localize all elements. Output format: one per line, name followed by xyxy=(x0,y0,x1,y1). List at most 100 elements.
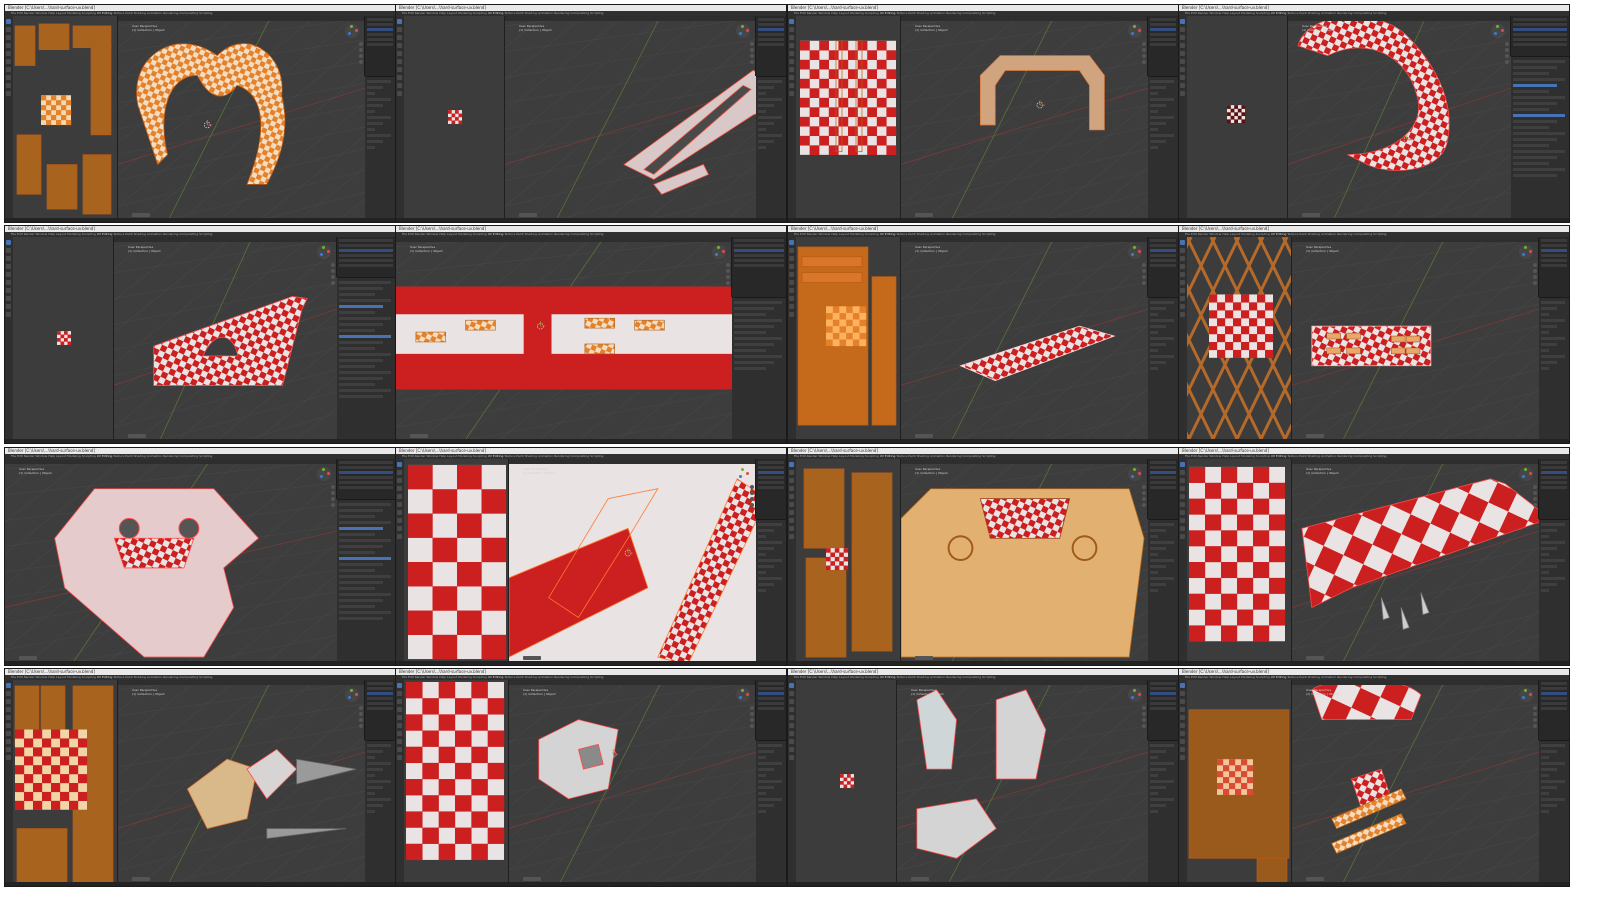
menu-item[interactable]: Edit xyxy=(17,232,24,236)
property-row[interactable] xyxy=(339,527,383,530)
navigation-gizmo-icon[interactable] xyxy=(736,24,750,38)
tool-icon[interactable] xyxy=(397,723,402,728)
outliner-row[interactable] xyxy=(367,682,393,685)
property-row[interactable] xyxy=(1150,541,1174,544)
menu-item[interactable]: Window xyxy=(1209,11,1222,15)
outliner-row[interactable] xyxy=(1150,697,1176,700)
properties-editor[interactable] xyxy=(1148,519,1178,665)
workspace-tab[interactable]: UV Editing xyxy=(880,11,897,15)
viewport-header[interactable] xyxy=(897,680,1148,685)
menu-item[interactable]: Window xyxy=(1209,232,1222,236)
property-row[interactable] xyxy=(1150,750,1166,753)
menu-item[interactable]: Help xyxy=(1222,454,1230,458)
workspace-tab[interactable]: Texture Paint xyxy=(113,11,133,15)
property-row[interactable] xyxy=(734,343,774,346)
outliner-row[interactable] xyxy=(1513,38,1567,41)
property-row[interactable] xyxy=(339,545,383,548)
tool-icon[interactable] xyxy=(6,43,11,48)
menu-item[interactable]: Edit xyxy=(408,675,415,679)
workspace-tab[interactable]: Layout xyxy=(447,454,458,458)
tool-icon[interactable] xyxy=(1180,91,1185,96)
property-row[interactable] xyxy=(758,583,774,586)
property-row[interactable] xyxy=(339,329,375,332)
property-row[interactable] xyxy=(758,762,782,765)
workspace-tab[interactable]: Animation xyxy=(930,11,946,15)
zoom-icon[interactable] xyxy=(359,706,363,710)
property-row[interactable] xyxy=(1150,529,1166,532)
viewport-3d[interactable]: User Perspective (1) Collection | Object xyxy=(901,237,1148,443)
tool-icon[interactable] xyxy=(1180,304,1185,309)
workspace-tab[interactable]: Compositing xyxy=(1353,675,1373,679)
workspace-tab[interactable]: Layout xyxy=(1230,11,1241,15)
outliner-row[interactable] xyxy=(758,476,784,479)
tool-icon[interactable] xyxy=(1180,470,1185,475)
workspace-tab[interactable]: Sculpting xyxy=(82,232,97,236)
properties-editor[interactable] xyxy=(1148,76,1178,222)
axis-dot[interactable] xyxy=(1138,29,1141,32)
workspace-tab[interactable]: Animation xyxy=(538,675,554,679)
tool-icon[interactable] xyxy=(1180,256,1185,261)
uv-editor[interactable] xyxy=(404,16,505,222)
workspace-tab[interactable]: Compositing xyxy=(179,11,199,15)
outliner-row[interactable] xyxy=(758,18,784,21)
property-row[interactable] xyxy=(758,523,782,526)
workspace-tab[interactable]: UV Editing xyxy=(97,232,114,236)
outliner-row[interactable] xyxy=(758,466,784,469)
property-row[interactable] xyxy=(1150,559,1174,562)
tool-icon[interactable] xyxy=(6,715,11,720)
workspace-tab[interactable]: Sculpting xyxy=(865,232,880,236)
outliner-row[interactable] xyxy=(758,697,784,700)
perspective-icon[interactable] xyxy=(1142,724,1146,728)
property-row[interactable] xyxy=(367,104,383,107)
property-row[interactable] xyxy=(758,134,782,137)
outliner-row[interactable] xyxy=(1150,259,1176,262)
menu-item[interactable]: Edit xyxy=(1191,675,1198,679)
tool-icon[interactable] xyxy=(1180,312,1185,317)
property-row[interactable] xyxy=(1541,798,1565,801)
perspective-icon[interactable] xyxy=(331,281,335,285)
workspace-tab[interactable]: Rendering xyxy=(163,454,179,458)
workspace-tab[interactable]: Compositing xyxy=(962,675,982,679)
perspective-icon[interactable] xyxy=(331,503,335,507)
workspace-tab[interactable]: Modeling xyxy=(458,675,473,679)
viewport-header[interactable] xyxy=(1292,459,1539,464)
move-tool-icon[interactable] xyxy=(1142,269,1146,273)
property-row[interactable] xyxy=(367,110,375,113)
viewport-3d[interactable]: User Perspective (1) Collection | Object xyxy=(1288,16,1511,222)
tool-icon[interactable] xyxy=(397,526,402,531)
zoom-icon[interactable] xyxy=(1533,263,1537,267)
menu-item[interactable]: Render xyxy=(415,232,427,236)
workspace-tab[interactable]: Shading xyxy=(134,454,147,458)
axis-dot[interactable] xyxy=(322,468,325,471)
axis-dot[interactable] xyxy=(1133,468,1136,471)
property-row[interactable] xyxy=(758,577,782,580)
menu-item[interactable]: Window xyxy=(35,232,48,236)
property-row[interactable] xyxy=(339,557,391,560)
viewport-3d[interactable]: User Perspective (1) Collection | Object xyxy=(901,459,1148,665)
properties-editor[interactable] xyxy=(1148,297,1178,443)
property-row[interactable] xyxy=(367,98,391,101)
workspace-tab[interactable]: Shading xyxy=(525,675,538,679)
property-row[interactable] xyxy=(339,341,383,344)
axis-dot[interactable] xyxy=(355,693,358,696)
tool-icon[interactable] xyxy=(789,739,794,744)
property-row[interactable] xyxy=(367,756,375,759)
property-row[interactable] xyxy=(1541,774,1549,777)
tool-icon[interactable] xyxy=(1180,526,1185,531)
tool-icon[interactable] xyxy=(397,739,402,744)
tool-icon[interactable] xyxy=(6,248,11,253)
viewport-header[interactable] xyxy=(118,680,365,685)
camera-icon[interactable] xyxy=(359,718,363,722)
tool-icon[interactable] xyxy=(789,35,794,40)
menu-item[interactable]: Render xyxy=(1198,232,1210,236)
tool-icon[interactable] xyxy=(1180,755,1185,760)
property-row[interactable] xyxy=(1150,774,1158,777)
tool-icon[interactable] xyxy=(789,264,794,269)
zoom-icon[interactable] xyxy=(1142,706,1146,710)
menu-item[interactable]: Render xyxy=(807,11,819,15)
workspace-tab[interactable]: Texture Paint xyxy=(504,232,524,236)
tool-icon[interactable] xyxy=(1180,43,1185,48)
menu-item[interactable]: Help xyxy=(1222,675,1230,679)
mesh-plate[interactable] xyxy=(959,325,1116,382)
property-row[interactable] xyxy=(758,810,766,813)
